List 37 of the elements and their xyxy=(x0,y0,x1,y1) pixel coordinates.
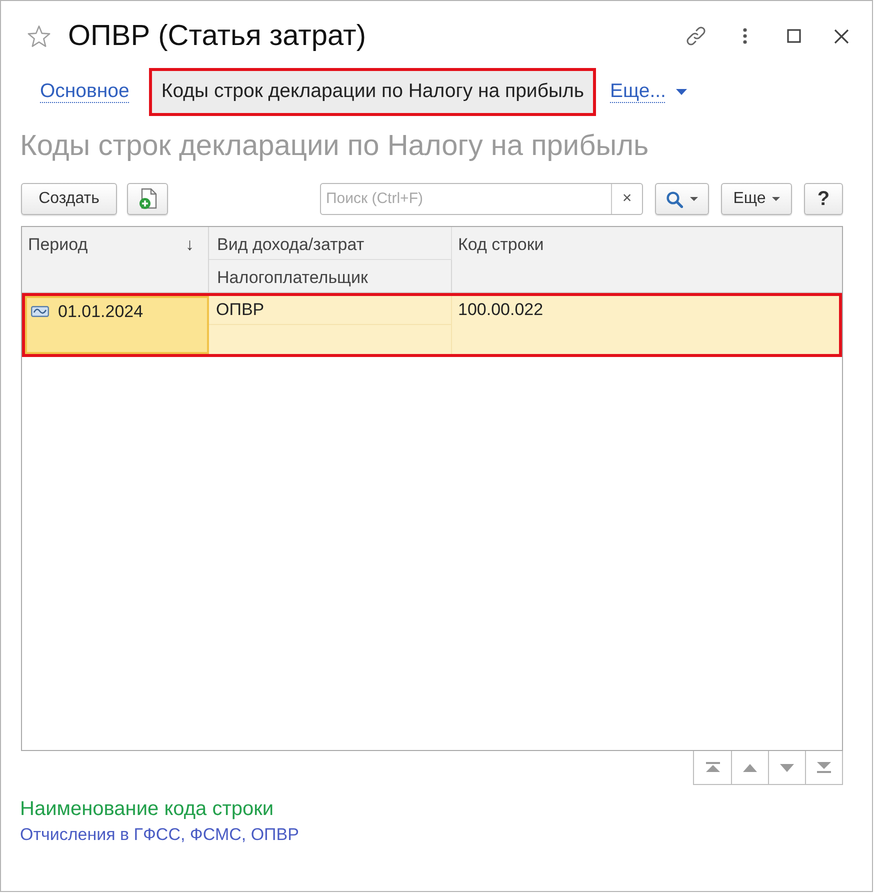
window-title: ОПВР (Статья затрат) xyxy=(68,19,366,53)
caret-down-icon xyxy=(772,197,780,201)
create-button[interactable]: Создать xyxy=(21,183,117,215)
caret-up-bar-icon xyxy=(706,762,720,773)
close-icon[interactable] xyxy=(834,28,849,44)
link-icon[interactable] xyxy=(685,25,707,47)
header-label: Период xyxy=(28,234,88,256)
cell-text: 01.01.2024 xyxy=(58,301,144,323)
star-icon[interactable] xyxy=(27,24,51,48)
caret-down-icon xyxy=(690,197,698,201)
column-header[interactable]: Вид дохода/затрат xyxy=(209,227,452,260)
search-button[interactable] xyxy=(655,183,709,215)
caret-down-icon xyxy=(780,764,794,772)
clear-button[interactable]: × xyxy=(611,184,642,214)
search-field[interactable]: Поиск (Ctrl+F) × xyxy=(320,183,643,215)
maximize-icon[interactable] xyxy=(787,29,801,43)
caret-down-bar-icon xyxy=(817,762,831,773)
table-cell[interactable]: 100.00.022 xyxy=(452,296,839,354)
table-row[interactable]: 01.01.2024 ОПВР 100.00.022 xyxy=(22,293,842,357)
table-cell[interactable]: 01.01.2024 xyxy=(25,296,209,354)
more-button[interactable]: Еще xyxy=(721,183,792,215)
section-title: Коды строк декларации по Налогу на прибыль xyxy=(20,129,649,163)
more-menu-link[interactable]: Еще... xyxy=(610,77,687,107)
tab[interactable]: Основное xyxy=(37,68,132,116)
caret-down-icon xyxy=(676,89,687,95)
help-button[interactable]: ? xyxy=(804,183,843,215)
caret-up-icon xyxy=(743,764,757,772)
add-document-button[interactable] xyxy=(127,183,168,215)
search-icon xyxy=(666,190,683,208)
document-plus-icon xyxy=(138,188,158,210)
table-cell[interactable]: ОПВР xyxy=(209,296,452,325)
sort-indicator: ↓ xyxy=(186,234,194,256)
tab[interactable]: Коды строк декларации по Налогу на прибыль xyxy=(149,68,596,116)
more-options-icon[interactable] xyxy=(743,28,747,44)
field-value-link[interactable]: Отчисления в ГФСС, ФСМС, ОПВР xyxy=(20,825,299,845)
field-label: Наименование кода строки xyxy=(20,797,274,821)
record-icon xyxy=(31,306,49,317)
